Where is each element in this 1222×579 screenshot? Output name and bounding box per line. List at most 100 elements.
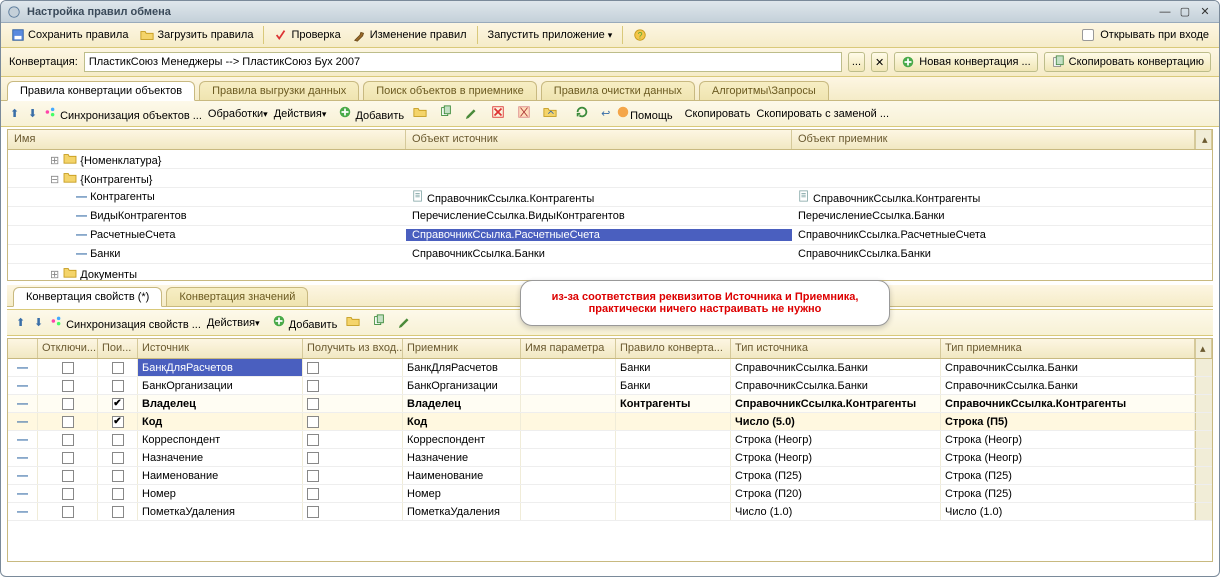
col-get[interactable]: Получить из вход... — [303, 339, 403, 358]
checkbox[interactable] — [112, 470, 124, 482]
checkbox[interactable] — [307, 398, 319, 410]
close-button[interactable]: ✕ — [1197, 5, 1213, 19]
tab-obj-rules[interactable]: Правила конвертации объектов — [7, 81, 195, 101]
up-arrow-button[interactable]: ⬆ — [7, 106, 19, 121]
props-edit[interactable] — [395, 313, 415, 332]
checkbox[interactable] — [62, 434, 74, 446]
add-group-button[interactable] — [410, 104, 430, 123]
col-expand[interactable] — [8, 339, 38, 358]
tab-props[interactable]: Конвертация свойств (*) — [13, 287, 162, 307]
checkbox[interactable] — [62, 506, 74, 518]
tree-row[interactable]: — ВидыКонтрагентовПеречислениеСсылка.Вид… — [8, 207, 1212, 226]
checkbox[interactable] — [62, 398, 74, 410]
delete-button[interactable] — [488, 104, 508, 123]
checkbox[interactable] — [307, 470, 319, 482]
scroll-up[interactable]: ▴ — [1195, 130, 1212, 149]
open-on-start-box[interactable] — [1082, 29, 1094, 41]
tab-clean[interactable]: Правила очистки данных — [541, 81, 695, 100]
tree-row[interactable]: — КонтрагентыСправочникСсылка.Контрагент… — [8, 188, 1212, 207]
conversion-input[interactable] — [84, 52, 842, 72]
col-src[interactable]: Объект источник — [406, 130, 792, 149]
checkbox[interactable] — [307, 380, 319, 392]
checkbox[interactable] — [307, 506, 319, 518]
checkbox[interactable] — [112, 380, 124, 392]
col-off[interactable]: Отключи... — [38, 339, 98, 358]
checkbox[interactable] — [112, 416, 124, 428]
conversion-browse-button[interactable]: ... — [848, 52, 865, 72]
processings-button[interactable]: Обработки▾ — [208, 108, 268, 120]
col-rule[interactable]: Правило конверта... — [616, 339, 731, 358]
checkbox[interactable] — [307, 452, 319, 464]
props-row[interactable]: —БанкДляРасчетовБанкДляРасчетовБанкиСпра… — [8, 359, 1212, 377]
props-actions-button[interactable]: Действия▾ — [207, 317, 260, 329]
checkbox[interactable] — [62, 470, 74, 482]
col-dst[interactable]: Объект приемник — [792, 130, 1195, 149]
props-row[interactable]: —КодКодЧисло (5.0)Строка (П5) — [8, 413, 1212, 431]
copy-conversion-button[interactable]: Скопировать конвертацию — [1044, 52, 1211, 72]
actions-button[interactable]: Действия▾ — [274, 108, 327, 120]
edit-button[interactable] — [462, 104, 482, 123]
col-name[interactable]: Имя — [8, 130, 406, 149]
checkbox[interactable] — [307, 362, 319, 374]
help-button[interactable]: ? — [629, 26, 651, 44]
col-source[interactable]: Источник — [138, 339, 303, 358]
down-arrow-button[interactable]: ⬇ — [25, 106, 37, 121]
checkbox[interactable] — [112, 398, 124, 410]
props-row[interactable]: —ВладелецВладелецКонтрагентыСправочникСс… — [8, 395, 1212, 413]
checkbox[interactable] — [62, 362, 74, 374]
checkbox[interactable] — [307, 434, 319, 446]
tab-values[interactable]: Конвертация значений — [166, 287, 308, 306]
col-tsrc[interactable]: Тип источника — [731, 339, 941, 358]
props-row[interactable]: —НаименованиеНаименованиеСтрока (П25)Стр… — [8, 467, 1212, 485]
minimize-button[interactable]: — — [1157, 5, 1173, 19]
checkbox[interactable] — [62, 452, 74, 464]
tree-body[interactable]: ⊞ {Номенклатура}⊟ {Контрагенты}— Контраг… — [8, 150, 1212, 280]
props-addgroup[interactable] — [343, 313, 363, 332]
props-up-button[interactable]: ⬆ — [13, 315, 25, 330]
checkbox[interactable] — [112, 452, 124, 464]
open-on-start-checkbox[interactable]: Открывать при входе — [1078, 27, 1213, 43]
conversion-clear-button[interactable]: ✕ — [871, 52, 888, 72]
props-row[interactable]: —НазначениеНазначениеСтрока (Неогр)Строк… — [8, 449, 1212, 467]
tab-search[interactable]: Поиск объектов в приемнике — [363, 81, 537, 100]
props-down-button[interactable]: ⬇ — [31, 315, 43, 330]
check-button[interactable]: Проверка — [270, 26, 344, 44]
copy-button-tb[interactable]: Скопировать — [685, 108, 751, 120]
move-button[interactable] — [540, 104, 560, 123]
change-rules-button[interactable]: Изменение правил — [349, 26, 471, 44]
props-scroll-up[interactable]: ▴ — [1195, 339, 1212, 358]
props-row[interactable]: —НомерНомерСтрока (П20)Строка (П25) — [8, 485, 1212, 503]
run-app-button[interactable]: Запустить приложение ▾ — [484, 27, 617, 43]
col-search[interactable]: Пои... — [98, 339, 138, 358]
props-grid-body[interactable]: —БанкДляРасчетовБанкДляРасчетовБанкиСпра… — [8, 359, 1212, 521]
tab-algorithms[interactable]: Алгоритмы\Запросы — [699, 81, 829, 100]
add-button[interactable]: Добавить — [338, 105, 404, 122]
tree-row[interactable]: ⊟ {Контрагенты} — [8, 169, 1212, 188]
checkbox[interactable] — [307, 416, 319, 428]
save-rules-button[interactable]: Сохранить правила — [7, 26, 132, 44]
col-trcv[interactable]: Тип приемника — [941, 339, 1195, 358]
props-row[interactable]: —ПометкаУдаленияПометкаУдаленияЧисло (1.… — [8, 503, 1212, 521]
checkbox[interactable] — [112, 362, 124, 374]
duplicate-button[interactable] — [436, 104, 456, 123]
sync-objects-button[interactable]: Синхронизация объектов ... — [43, 105, 202, 122]
props-dup[interactable] — [369, 313, 389, 332]
tree-row[interactable]: — БанкиСправочникСсылка.БанкиСправочникС… — [8, 245, 1212, 264]
checkbox[interactable] — [112, 434, 124, 446]
help-link[interactable]: Помощь — [616, 105, 673, 122]
checkbox[interactable] — [112, 488, 124, 500]
tab-unload-rules[interactable]: Правила выгрузки данных — [199, 81, 359, 100]
tree-row[interactable]: ⊞ {Номенклатура} — [8, 150, 1212, 169]
mark-button[interactable] — [514, 104, 534, 123]
refresh-button[interactable] — [572, 104, 592, 123]
checkbox[interactable] — [112, 506, 124, 518]
sync-props-button[interactable]: Синхронизация свойств ... — [49, 314, 201, 331]
col-receiver[interactable]: Приемник — [403, 339, 521, 358]
props-row[interactable]: —КорреспондентКорреспондентСтрока (Неогр… — [8, 431, 1212, 449]
maximize-button[interactable]: ▢ — [1177, 5, 1193, 19]
checkbox[interactable] — [307, 488, 319, 500]
load-rules-button[interactable]: Загрузить правила — [136, 26, 257, 44]
tree-row[interactable]: ⊞ Документы — [8, 264, 1212, 280]
props-add-button[interactable]: Добавить — [272, 314, 338, 331]
new-conversion-button[interactable]: Новая конвертация ... — [894, 52, 1037, 72]
